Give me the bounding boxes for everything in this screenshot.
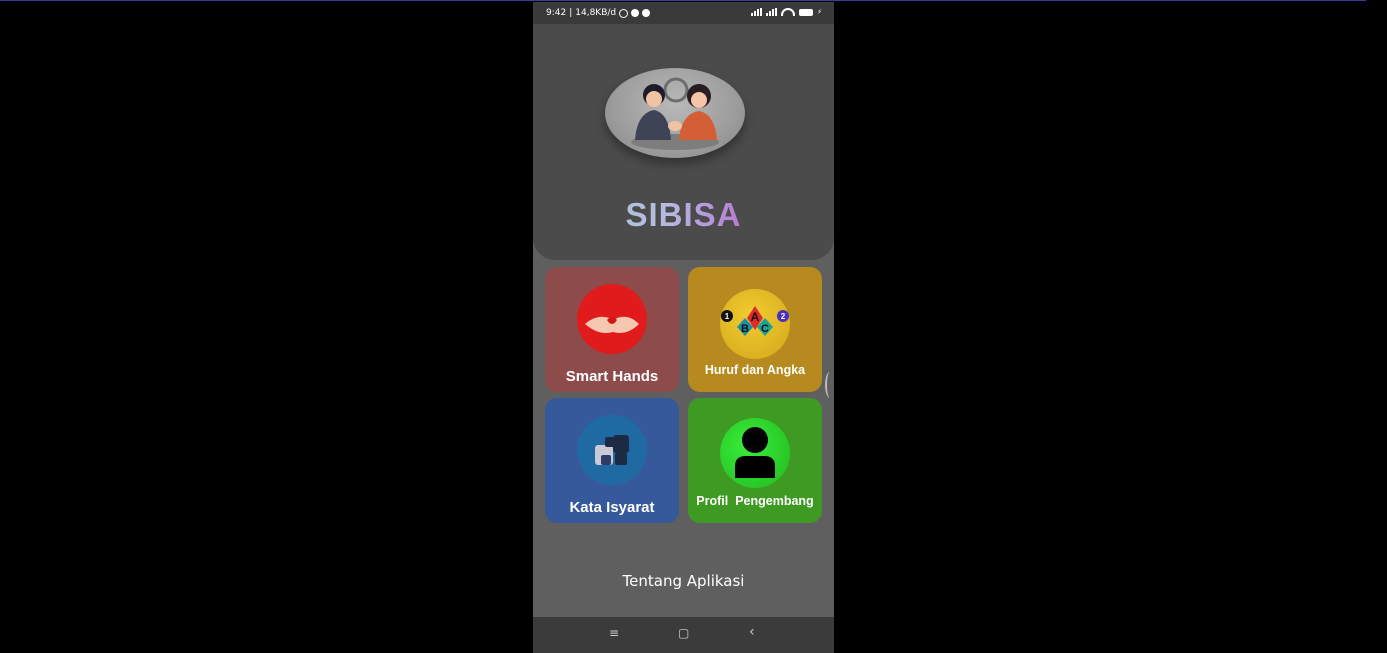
app-title: SIBISA bbox=[533, 196, 834, 234]
logo-illustration-icon bbox=[631, 77, 719, 150]
back-button[interactable]: ‹ bbox=[749, 624, 755, 640]
abc-icon: A B C 1 2 bbox=[720, 289, 790, 359]
abc-letter-c: C bbox=[761, 323, 769, 335]
menu-card-label: Huruf dan Angka bbox=[704, 363, 806, 377]
app-logo bbox=[605, 68, 745, 158]
puzzle-icon bbox=[577, 415, 647, 485]
menu-card-profil-pengembang[interactable]: Profil Pengembang bbox=[688, 398, 822, 523]
scroll-edge-indicator bbox=[825, 372, 834, 398]
wifi-icon bbox=[781, 8, 796, 16]
phone-screen: 9:42 | 14,8KB/d ⚡ SIBISA Smart Hands A B… bbox=[533, 2, 834, 653]
network-speed: 14,8KB/d bbox=[575, 8, 617, 18]
menu-card-label: Kata Isyarat bbox=[569, 499, 655, 516]
signal-icon bbox=[751, 8, 763, 16]
app-notification-icon bbox=[631, 9, 640, 17]
app-notification-icon-2 bbox=[642, 9, 651, 17]
about-app-link[interactable]: Tentang Aplikasi bbox=[533, 572, 834, 590]
charging-icon: ⚡ bbox=[817, 8, 822, 16]
status-separator: | bbox=[569, 8, 573, 18]
abc-letter-a: A bbox=[751, 310, 760, 324]
menu-card-huruf-dan-angka[interactable]: A B C 1 2 Huruf dan Angka bbox=[688, 267, 822, 392]
menu-card-kata-isyarat[interactable]: Kata Isyarat bbox=[545, 398, 679, 523]
menu-card-label: Smart Hands bbox=[565, 368, 659, 385]
signal-icon-2 bbox=[766, 8, 778, 16]
user-profile-icon bbox=[720, 418, 790, 488]
system-navigation-bar: ≡ ▢ ‹ bbox=[533, 617, 834, 653]
battery-icon bbox=[799, 8, 814, 16]
status-time: 9:42 bbox=[546, 8, 567, 18]
alarm-icon bbox=[619, 8, 629, 18]
abc-letter-b: B bbox=[741, 323, 749, 335]
heart-hands-icon bbox=[577, 284, 647, 354]
app-header: SIBISA bbox=[533, 24, 834, 260]
status-left: 9:42 | 14,8KB/d bbox=[546, 8, 651, 18]
status-bar: 9:42 | 14,8KB/d ⚡ bbox=[533, 2, 834, 24]
window-top-border bbox=[0, 0, 1366, 1]
abc-number-1: 1 bbox=[725, 312, 730, 321]
menu-card-label: Profil Pengembang bbox=[696, 494, 814, 508]
status-right: ⚡ bbox=[751, 8, 822, 16]
abc-number-2: 2 bbox=[781, 312, 786, 321]
menu-button[interactable]: ≡ bbox=[609, 626, 619, 640]
home-button[interactable]: ▢ bbox=[678, 626, 689, 640]
menu-card-smart-hands[interactable]: Smart Hands bbox=[545, 267, 679, 392]
